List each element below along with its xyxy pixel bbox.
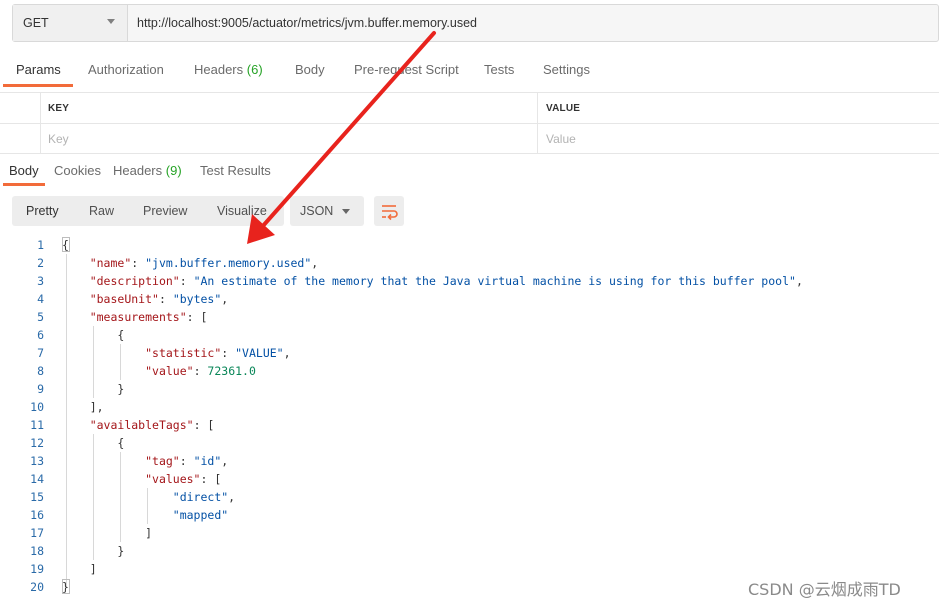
watermark: CSDN @云烟成雨TD xyxy=(748,580,901,599)
annotation-arrow-icon xyxy=(247,31,436,244)
